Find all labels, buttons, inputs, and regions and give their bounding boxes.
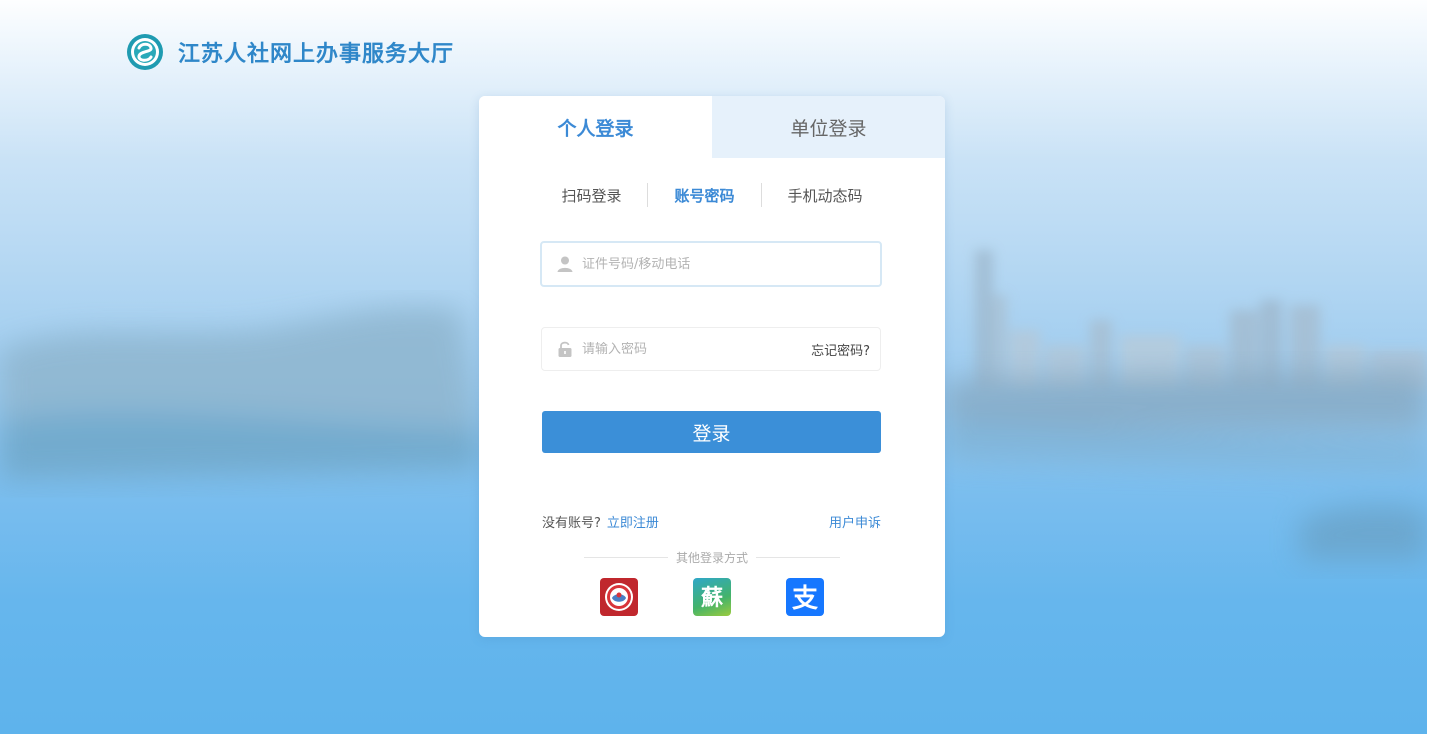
divider-line (584, 556, 668, 558)
tab-personal-login[interactable]: 个人登录 (479, 96, 712, 158)
hrss-emblem-icon (605, 583, 633, 611)
other-login-divider: 其他登录方式 (584, 548, 841, 566)
site-header: 江苏人社网上办事服务大厅 (126, 32, 454, 72)
other-login-label: 其他登录方式 (676, 550, 749, 565)
alipay-icon[interactable]: 支 (786, 578, 824, 616)
site-title: 江苏人社网上办事服务大厅 (178, 41, 455, 67)
hrss-app-icon[interactable] (600, 578, 638, 616)
user-appeal-link[interactable]: 用户申诉 (829, 512, 881, 531)
lock-icon (558, 341, 572, 357)
tab-qr-login[interactable]: 扫码登录 (535, 185, 647, 206)
login-method-tabs: 扫码登录 账号密码 手机动态码 (479, 180, 945, 210)
no-account-text: 没有账号? (542, 515, 601, 531)
user-icon (557, 256, 573, 272)
tab-sms-login[interactable]: 手机动态码 (762, 185, 889, 206)
password-field[interactable]: 忘记密码? (541, 327, 881, 371)
svg-text:支: 支 (792, 584, 818, 614)
su-service-icon[interactable]: 蘇 (693, 578, 731, 616)
tab-password-login[interactable]: 账号密码 (648, 185, 760, 206)
register-row: 没有账号? 立即注册 用户申诉 (542, 511, 881, 531)
forgot-password-link[interactable]: 忘记密码? (811, 340, 870, 359)
svg-text:蘇: 蘇 (700, 585, 723, 611)
su-character-icon: 蘇 (700, 585, 723, 611)
alipay-logo-icon: 支 (792, 584, 818, 614)
username-input[interactable] (582, 256, 880, 272)
login-button[interactable]: 登录 (542, 411, 881, 453)
divider-line (756, 556, 841, 558)
jiangsu-hrss-logo-icon (127, 34, 163, 70)
login-card: 个人登录 单位登录 扫码登录 账号密码 手机动态码 忘记密码? 登录 没有账号?… (479, 96, 945, 637)
username-field[interactable] (540, 241, 882, 287)
tab-organization-login[interactable]: 单位登录 (712, 96, 945, 158)
login-type-tabs: 个人登录 单位登录 (479, 96, 945, 158)
register-link[interactable]: 立即注册 (607, 512, 659, 531)
password-input[interactable] (582, 341, 812, 357)
